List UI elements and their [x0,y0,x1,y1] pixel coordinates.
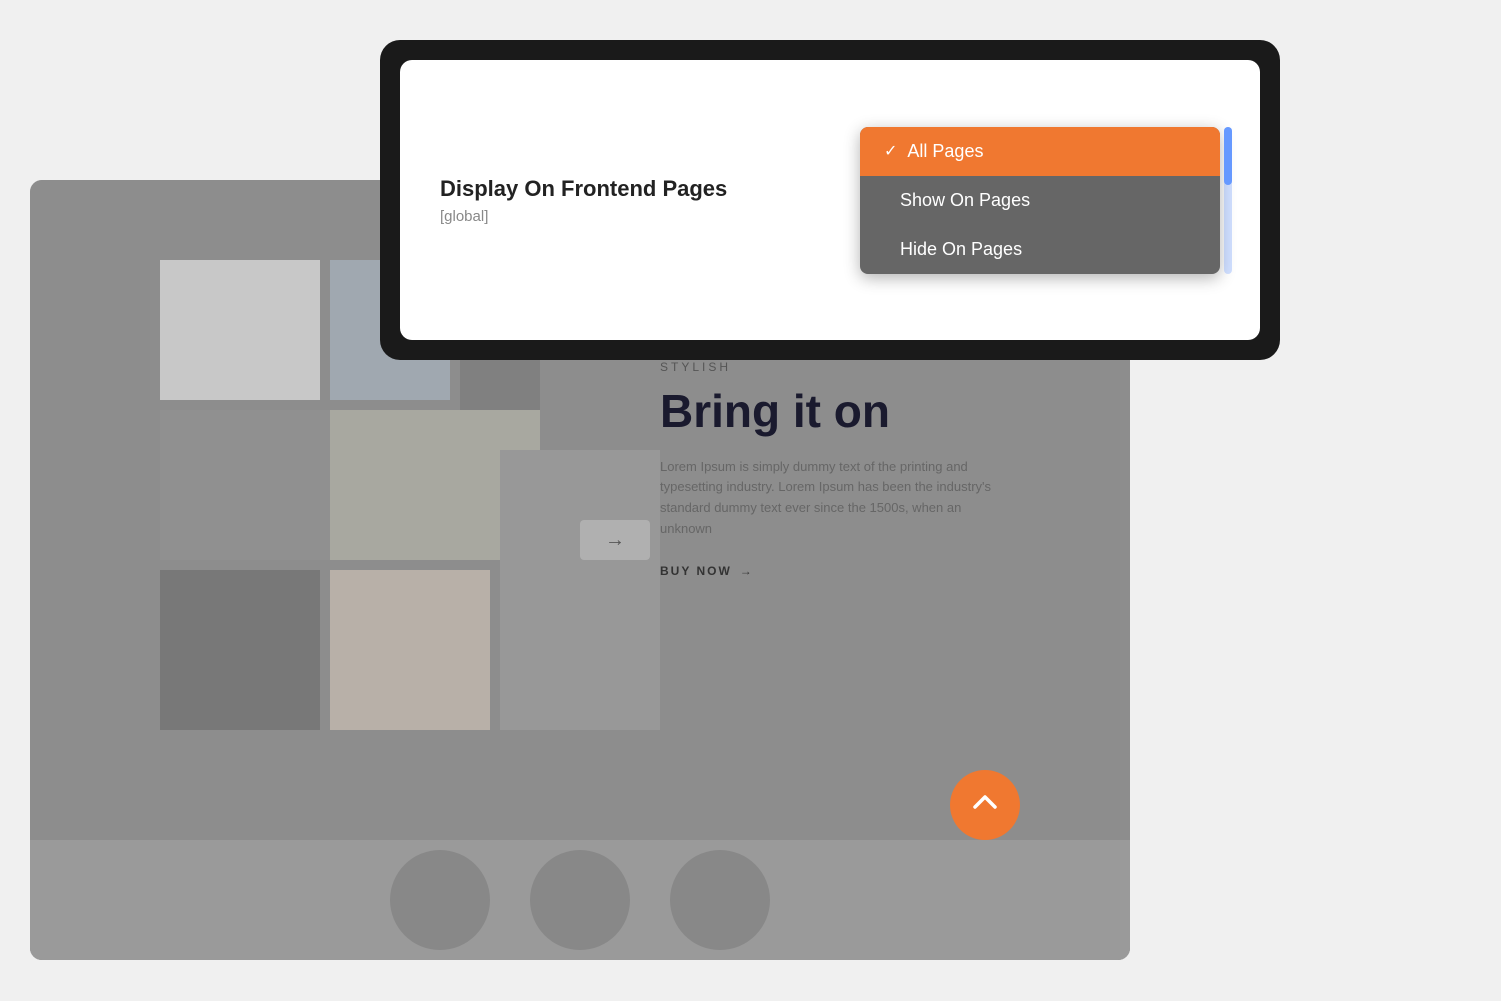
body-text: Lorem Ipsum is simply dummy text of the … [660,457,1000,540]
modal-panel: Display On Frontend Pages [global] All P… [380,40,1280,360]
main-heading: Bring it on [660,386,1000,437]
bottom-circle-3 [670,850,770,950]
scroll-to-top-button[interactable] [950,770,1020,840]
scrollbar-indicator[interactable] [1224,127,1232,274]
modal-inner: Display On Frontend Pages [global] All P… [400,60,1260,340]
dropdown-list[interactable]: All Pages Show On Pages Hide On Pages [860,127,1220,274]
stylish-label: STYLISH [660,360,1000,374]
modal-subtitle: [global] [440,208,820,225]
bottom-circle-1 [390,850,490,950]
dropdown-item-show-on-pages[interactable]: Show On Pages [860,176,1220,225]
photo-block-6 [160,570,320,730]
photo-block-8 [500,450,660,730]
cta-arrow: → [740,564,754,578]
arrow-icon: → [605,529,625,552]
dropdown-label-hide-on-pages: Hide On Pages [900,239,1022,260]
dropdown-item-hide-on-pages[interactable]: Hide On Pages [860,225,1220,274]
modal-title: Display On Frontend Pages [440,176,820,202]
photo-block-1 [160,260,320,400]
chevron-up-icon [969,787,1001,824]
scrollbar-thumb [1224,127,1232,186]
bottom-circle-2 [530,850,630,950]
arrow-button[interactable]: → [580,520,650,560]
dropdown-label-all-pages: All Pages [907,141,983,162]
label-section: Display On Frontend Pages [global] [440,176,860,225]
bottom-section [30,840,1130,960]
dropdown-container: All Pages Show On Pages Hide On Pages [860,127,1220,274]
cta-button[interactable]: BUY NOW → [660,564,1000,578]
dropdown-item-all-pages[interactable]: All Pages [860,127,1220,176]
right-content: STYLISH Bring it on Lorem Ipsum is simpl… [660,360,1000,578]
dropdown-label-show-on-pages: Show On Pages [900,190,1030,211]
photo-block-7 [330,570,490,730]
cta-label: BUY NOW [660,564,732,578]
